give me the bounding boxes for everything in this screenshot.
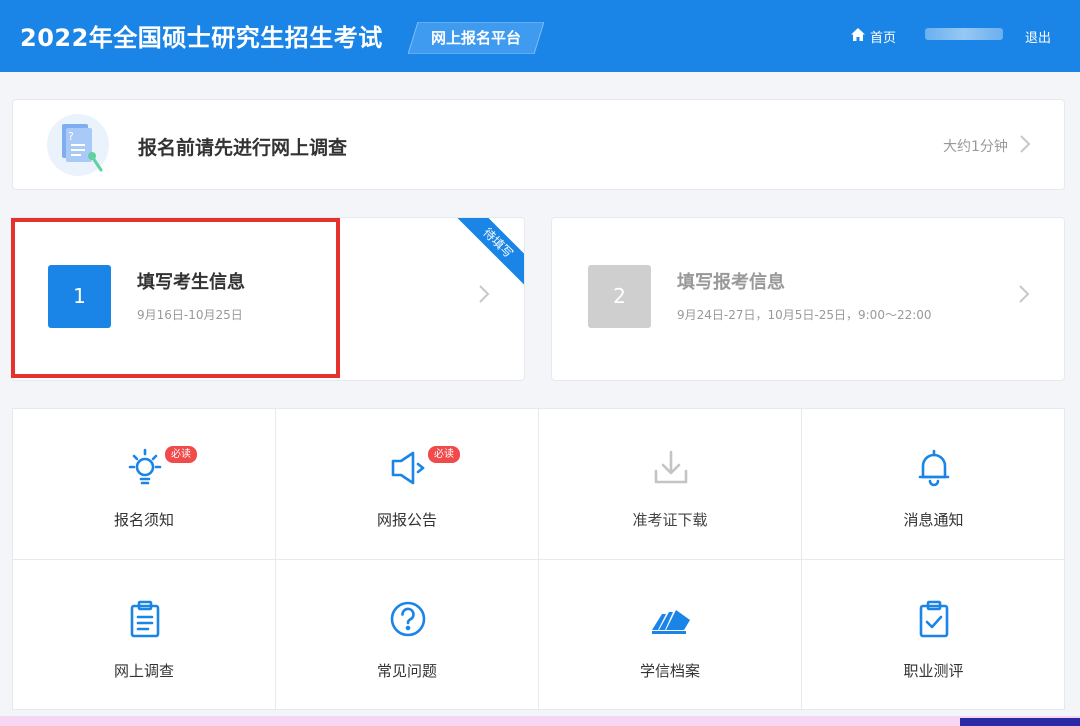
tile-label: 网上调查 xyxy=(113,662,174,680)
platform-tag: 网上报名平台 xyxy=(408,22,544,54)
download-icon xyxy=(650,447,692,489)
tile-career-assessment[interactable]: 职业测评 xyxy=(802,560,1065,711)
tile-label: 职业测评 xyxy=(903,662,964,680)
tile-announcements[interactable]: 必读 网报公告 xyxy=(276,409,539,560)
megaphone-icon xyxy=(387,447,429,489)
required-reading-badge: 必读 xyxy=(428,446,460,463)
home-link[interactable]: 首页 xyxy=(850,26,896,46)
question-circle-icon xyxy=(387,598,429,640)
tile-online-survey[interactable]: 网上调查 xyxy=(13,560,276,711)
step-title: 填写考生信息 xyxy=(137,272,245,293)
survey-document-icon: ? xyxy=(47,114,109,176)
tile-label: 常见问题 xyxy=(376,662,437,680)
platform-tag-label: 网上报名平台 xyxy=(430,29,521,47)
tile-label: 网报公告 xyxy=(376,511,437,529)
bottom-edge-bar xyxy=(960,718,1080,726)
function-grid: 必读 报名须知 必读 网报公告 准考证下载 消息通知 网上调查 常见问题 学信档… xyxy=(12,408,1065,711)
survey-card[interactable]: ? 报名前请先进行网上调查 大约1分钟 xyxy=(12,99,1065,190)
chevron-right-icon xyxy=(478,284,490,308)
chsi-archive-icon xyxy=(650,598,692,640)
site-title: 2022年全国硕士研究生招生考试 xyxy=(20,24,383,52)
tile-chsi-archive[interactable]: 学信档案 xyxy=(539,560,802,711)
step-card-fill-candidate-info[interactable]: 1 填写考生信息 9月16日-10月25日 待填写 xyxy=(11,217,525,381)
home-icon xyxy=(850,27,866,46)
home-label: 首页 xyxy=(870,30,897,46)
step-title: 填写报考信息 xyxy=(677,272,785,293)
tile-label: 准考证下载 xyxy=(632,511,708,529)
chevron-right-icon xyxy=(1018,284,1030,308)
required-reading-badge: 必读 xyxy=(165,446,197,463)
logout-link[interactable]: 退出 xyxy=(1025,27,1051,46)
tile-label: 学信档案 xyxy=(639,662,700,680)
status-ribbon: 待填写 xyxy=(447,218,524,294)
step-date-range: 9月16日-10月25日 xyxy=(137,308,243,322)
svg-text:?: ? xyxy=(68,130,74,143)
step-number-badge: 1 xyxy=(48,265,111,328)
chevron-right-icon xyxy=(1019,134,1031,158)
tile-label: 报名须知 xyxy=(113,511,174,529)
tile-label: 消息通知 xyxy=(903,511,964,529)
step-number-badge: 2 xyxy=(588,265,651,328)
step-card-fill-application-info[interactable]: 2 填写报考信息 9月24日-27日，10月5日-25日，9:00～22:00 xyxy=(551,217,1065,381)
username-redacted xyxy=(925,28,1003,40)
clipboard-check-icon xyxy=(913,598,955,640)
bell-icon xyxy=(913,447,955,489)
tile-message-notifications[interactable]: 消息通知 xyxy=(802,409,1065,560)
tile-admission-ticket-download[interactable]: 准考证下载 xyxy=(539,409,802,560)
bottom-edge-strip xyxy=(0,716,1080,726)
survey-title: 报名前请先进行网上调查 xyxy=(138,137,348,159)
survey-duration: 大约1分钟 xyxy=(943,139,1008,155)
clipboard-icon xyxy=(124,598,166,640)
lightbulb-icon xyxy=(124,447,166,489)
tile-faq[interactable]: 常见问题 xyxy=(276,560,539,711)
step-date-range: 9月24日-27日，10月5日-25日，9:00～22:00 xyxy=(677,308,932,322)
top-header: 2022年全国硕士研究生招生考试 网上报名平台 首页 退出 xyxy=(0,0,1080,72)
tile-registration-notice[interactable]: 必读 报名须知 xyxy=(13,409,276,560)
